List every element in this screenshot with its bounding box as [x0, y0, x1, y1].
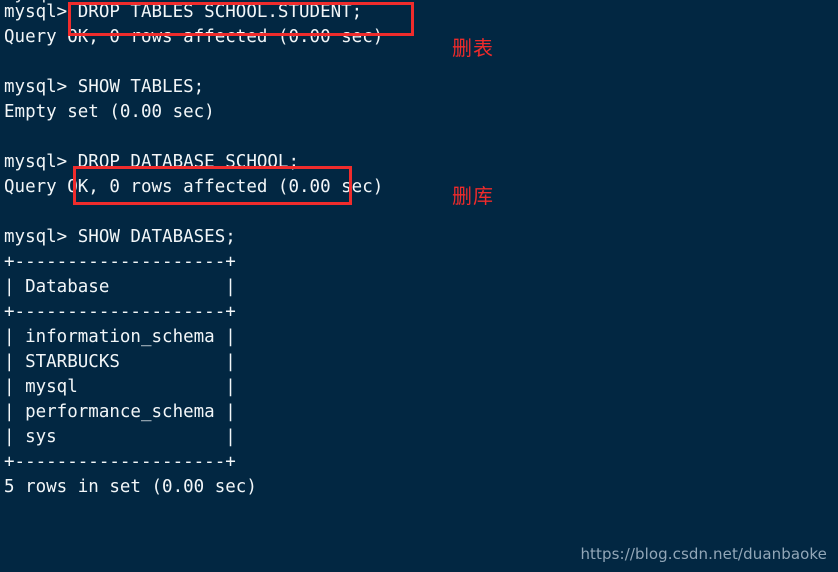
table-border-mid: +--------------------+ [4, 302, 236, 322]
terminal-line: mysql> SHOW DATABASES; [4, 227, 236, 247]
table-header-row: | Database | [4, 277, 236, 297]
terminal-screenshot: mysql> mysql> DROP TABLES SCHOOL.STUDENT… [0, 0, 838, 572]
table-row: | information_schema | [4, 327, 236, 347]
terminal-line: mysql> DROP DATABASE SCHOOL; [4, 152, 300, 172]
table-row: | STARBUCKS | [4, 352, 236, 372]
table-row: | sys | [4, 427, 236, 447]
table-border-top: +--------------------+ [4, 252, 236, 272]
table-row: | mysql | [4, 377, 236, 397]
watermark-url: https://blog.csdn.net/duanbaoke [580, 545, 827, 563]
annotation-label-drop-database: 删库 [452, 184, 494, 208]
terminal-line: mysql> SHOW TABLES; [4, 77, 205, 97]
row-count-footer: 5 rows in set (0.00 sec) [4, 477, 257, 497]
terminal-output: mysql> DROP TABLES SCHOOL.STUDENT; Query… [4, 0, 564, 500]
annotation-label-drop-table: 删表 [452, 36, 494, 60]
terminal-line: Empty set (0.00 sec) [4, 102, 215, 122]
table-row: | performance_schema | [4, 402, 236, 422]
terminal-line: mysql> DROP TABLES SCHOOL.STUDENT; [4, 2, 363, 22]
table-border-bottom: +--------------------+ [4, 452, 236, 472]
